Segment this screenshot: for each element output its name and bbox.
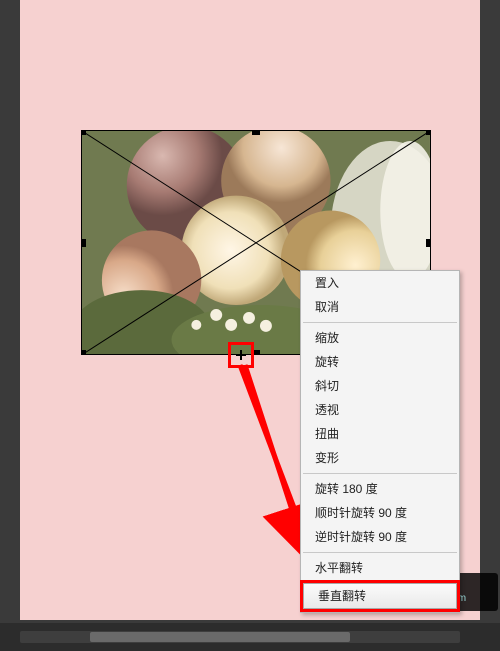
annotation-menu-highlight: 垂直翻转 bbox=[300, 580, 460, 612]
horizontal-scroll-thumb[interactable] bbox=[90, 632, 350, 642]
transform-handle-tr[interactable] bbox=[426, 130, 431, 135]
transform-handle-tl[interactable] bbox=[81, 130, 86, 135]
menu-item-flip-vertical[interactable]: 垂直翻转 bbox=[303, 583, 457, 609]
vertical-scrollbar[interactable] bbox=[482, 0, 500, 623]
transform-handle-tm[interactable] bbox=[252, 130, 260, 135]
menu-separator bbox=[303, 552, 457, 553]
transform-handle-mr[interactable] bbox=[426, 239, 431, 247]
menu-item-warp[interactable]: 变形 bbox=[301, 446, 459, 470]
menu-item-place[interactable]: 置入 bbox=[301, 271, 459, 295]
ruler-left bbox=[0, 0, 20, 620]
menu-item-rotate-ccw-90[interactable]: 逆时针旋转 90 度 bbox=[301, 525, 459, 549]
horizontal-scrollbar[interactable] bbox=[20, 631, 460, 643]
bottom-bar bbox=[0, 623, 500, 651]
menu-item-rotate-cw-90[interactable]: 顺时针旋转 90 度 bbox=[301, 501, 459, 525]
menu-item-rotate-180[interactable]: 旋转 180 度 bbox=[301, 477, 459, 501]
context-menu: 置入 取消 缩放 旋转 斜切 透视 扭曲 变形 旋转 180 度 顺时针旋转 9… bbox=[300, 270, 460, 613]
menu-item-flip-horizontal[interactable]: 水平翻转 bbox=[301, 556, 459, 580]
viewport: 置入 取消 缩放 旋转 斜切 透视 扭曲 变形 旋转 180 度 顺时针旋转 9… bbox=[0, 0, 500, 651]
menu-item-rotate[interactable]: 旋转 bbox=[301, 350, 459, 374]
menu-item-skew[interactable]: 斜切 bbox=[301, 374, 459, 398]
transform-handle-bl[interactable] bbox=[81, 350, 86, 355]
menu-separator bbox=[303, 473, 457, 474]
menu-item-cancel[interactable]: 取消 bbox=[301, 295, 459, 319]
menu-separator bbox=[303, 322, 457, 323]
menu-item-perspective[interactable]: 透视 bbox=[301, 398, 459, 422]
menu-item-distort[interactable]: 扭曲 bbox=[301, 422, 459, 446]
menu-item-scale[interactable]: 缩放 bbox=[301, 326, 459, 350]
transform-handle-ml[interactable] bbox=[81, 239, 86, 247]
